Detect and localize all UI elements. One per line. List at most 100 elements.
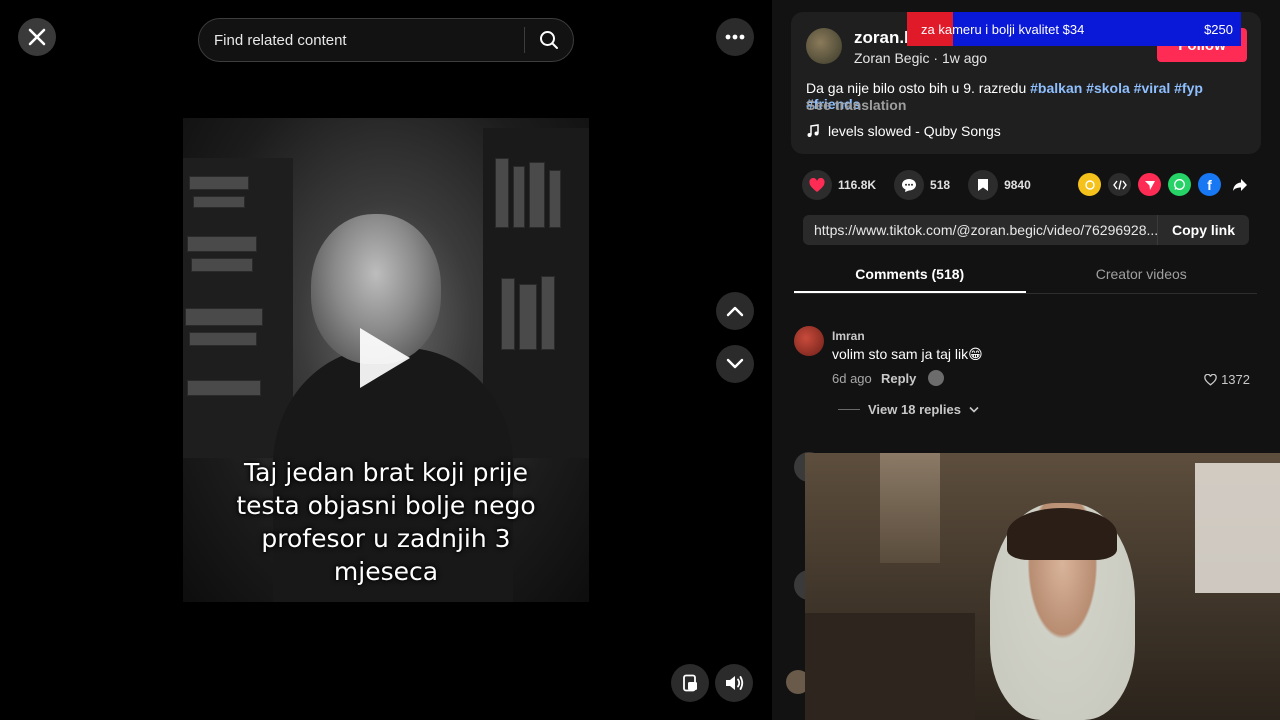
book xyxy=(549,170,561,228)
heart-icon xyxy=(809,177,825,192)
book xyxy=(541,276,555,350)
send-glyph xyxy=(1144,180,1155,190)
book xyxy=(519,284,537,350)
like-icon-circle xyxy=(802,170,832,200)
comment-icon xyxy=(902,178,917,192)
book xyxy=(501,278,515,350)
video-player[interactable]: Taj jedan brat koji prije testa objasni … xyxy=(183,118,589,602)
hashtag[interactable]: #fyp xyxy=(1174,80,1203,96)
book xyxy=(191,258,253,272)
save-button[interactable]: 9840 xyxy=(968,170,1031,200)
window xyxy=(1195,463,1280,593)
webcam-overlay xyxy=(805,453,1280,720)
share-link-url[interactable]: https://www.tiktok.com/@zoran.begic/vide… xyxy=(803,222,1157,238)
previous-video-button[interactable] xyxy=(716,292,754,330)
search-icon xyxy=(540,31,558,49)
like-count: 116.8K xyxy=(838,178,877,192)
copy-link-button[interactable]: Copy link xyxy=(1157,215,1249,245)
facebook-icon[interactable]: f xyxy=(1198,173,1221,196)
facebook-glyph: f xyxy=(1207,176,1212,193)
tab-creator-videos[interactable]: Creator videos xyxy=(1026,258,1258,293)
caption-line: testa objasni bolje nego xyxy=(236,491,536,520)
caption-line: profesor u zadnjih 3 xyxy=(261,524,511,553)
pip-icon xyxy=(683,674,697,692)
like-button[interactable]: 116.8K xyxy=(802,170,876,200)
donation-banner: za kameru i bolji kvalitet $34 $250 xyxy=(907,12,1241,46)
send-icon[interactable] xyxy=(1138,173,1161,196)
music-title: levels slowed - Quby Songs xyxy=(828,123,1001,139)
comment-like-button[interactable]: 1372 xyxy=(1204,372,1250,387)
share-arrow-icon[interactable] xyxy=(1228,173,1251,196)
more-icon xyxy=(725,34,745,40)
whatsapp-glyph xyxy=(1174,179,1185,190)
video-caption: Taj jedan brat koji prije testa objasni … xyxy=(183,456,589,588)
meta-separator: · xyxy=(933,50,942,66)
see-translation-link[interactable]: See translation xyxy=(806,97,906,113)
hashtag[interactable]: #skola xyxy=(1086,80,1130,96)
streamer-hair xyxy=(1007,508,1117,560)
caption-line: mjeseca xyxy=(333,557,439,586)
share-arrow-glyph xyxy=(1232,178,1247,191)
search-input[interactable] xyxy=(214,31,524,49)
comment-icon-circle xyxy=(894,170,925,200)
creator-display-name[interactable]: Zoran Begic xyxy=(854,50,929,66)
coin-glyph xyxy=(1084,179,1095,190)
comment-author[interactable]: Imran xyxy=(832,329,865,343)
book xyxy=(189,332,257,346)
chevron-down-icon xyxy=(726,358,744,369)
book xyxy=(185,308,263,326)
volume-button[interactable] xyxy=(715,664,753,702)
tab-comments[interactable]: Comments (518) xyxy=(794,258,1026,293)
desk xyxy=(805,613,975,720)
book xyxy=(495,158,509,228)
hashtag[interactable]: #balkan xyxy=(1030,80,1082,96)
next-video-button[interactable] xyxy=(716,345,754,383)
more-options-button[interactable] xyxy=(716,18,754,56)
window-blind xyxy=(880,453,940,563)
book xyxy=(187,380,261,396)
donation-message: za kameru i bolji kvalitet $34 xyxy=(921,21,1085,37)
creator-username[interactable]: zoran.b xyxy=(854,28,914,48)
coin-icon[interactable] xyxy=(1078,173,1101,196)
embed-glyph xyxy=(1112,179,1127,190)
comment-avatar[interactable] xyxy=(794,326,824,356)
creator-liked-avatar xyxy=(928,370,944,386)
replies-dash xyxy=(838,409,860,410)
donation-amount: $250 xyxy=(1204,21,1233,37)
post-time: 1w ago xyxy=(941,50,988,66)
comment-time: 6d ago xyxy=(832,371,872,386)
comment-button[interactable]: 518 xyxy=(894,170,950,200)
video-area: Taj jedan brat koji prije testa objasni … xyxy=(0,0,772,720)
volume-icon xyxy=(726,676,744,690)
bookmark-icon xyxy=(978,179,989,191)
engagement-stats: 116.8K 518 9840 xyxy=(802,170,1049,200)
caption-line: Taj jedan brat koji prije xyxy=(243,458,528,487)
creator-avatar[interactable] xyxy=(806,28,842,64)
reply-button[interactable]: Reply xyxy=(881,371,916,386)
floating-player-button[interactable] xyxy=(671,664,709,702)
music-note-icon xyxy=(807,124,819,137)
book xyxy=(529,162,545,228)
close-button[interactable] xyxy=(18,18,56,56)
creator-meta: Zoran Begic · 1w ago xyxy=(854,50,987,66)
hashtag[interactable]: #viral xyxy=(1134,80,1171,96)
save-icon-circle xyxy=(968,170,999,200)
comment-like-count: 1372 xyxy=(1221,372,1250,387)
chevron-up-icon xyxy=(726,306,744,317)
book xyxy=(193,196,245,208)
comment-text: volim sto sam ja taj lik😁 xyxy=(832,346,983,362)
view-replies-button[interactable]: View 18 replies xyxy=(838,402,979,417)
search-bar[interactable] xyxy=(198,18,574,62)
book xyxy=(189,176,249,190)
music-link[interactable]: levels slowed - Quby Songs xyxy=(806,123,1001,139)
embed-icon[interactable] xyxy=(1108,173,1131,196)
comment-tabs: Comments (518) Creator videos xyxy=(794,258,1257,294)
search-button[interactable] xyxy=(525,19,573,61)
share-icons: f xyxy=(1078,173,1251,196)
book xyxy=(187,236,257,252)
save-count: 9840 xyxy=(1004,178,1031,192)
play-icon[interactable] xyxy=(360,328,410,388)
view-replies-label: View 18 replies xyxy=(868,402,961,417)
share-link-box: https://www.tiktok.com/@zoran.begic/vide… xyxy=(803,215,1249,245)
whatsapp-icon[interactable] xyxy=(1168,173,1191,196)
